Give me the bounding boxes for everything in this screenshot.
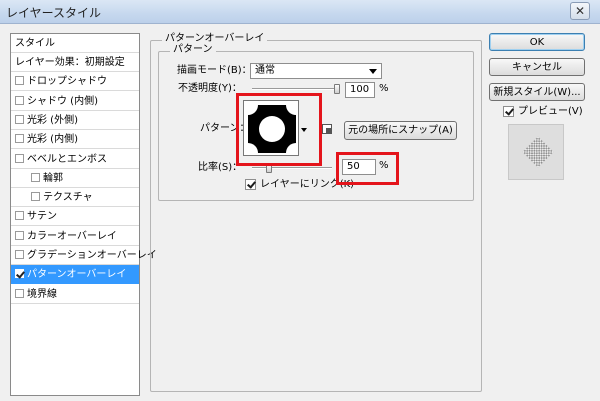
- style-checkbox[interactable]: [15, 211, 24, 221]
- preview-pattern-icon: [522, 136, 554, 168]
- style-list-item[interactable]: カラーオーバーレイ: [11, 227, 139, 246]
- style-list: スタイル レイヤー効果：初期設定 ドロップシャドウ シャドウ (内側) 光彩 (外側)…: [10, 33, 157, 396]
- style-list-item[interactable]: ベベルとエンボス: [11, 150, 139, 169]
- opacity-unit: %: [379, 83, 389, 94]
- blend-mode-label: 描画モード(B)：: [177, 65, 252, 76]
- style-checkbox[interactable]: [15, 250, 24, 259]
- ok-button[interactable]: OK: [489, 33, 585, 51]
- opacity-label: 不透明度(Y)：: [178, 83, 242, 94]
- snap-to-origin-button[interactable]: 元の場所にスナップ(A): [344, 121, 457, 140]
- blend-mode-value: 通常: [255, 65, 275, 76]
- style-checkbox[interactable]: [15, 95, 24, 105]
- chevron-down-icon: [369, 69, 377, 74]
- new-style-button[interactable]: 新規スタイル(W)...: [489, 83, 585, 101]
- style-list-item[interactable]: 光彩 (内側): [11, 130, 139, 150]
- scale-slider-track[interactable]: [252, 167, 332, 169]
- style-checkbox[interactable]: [15, 269, 24, 279]
- style-list-item-label: 光彩 (外側): [27, 114, 78, 126]
- style-list-item-label: シャドウ (内側): [27, 95, 98, 107]
- style-checkbox[interactable]: [15, 153, 24, 163]
- style-list-item[interactable]: シャドウ (内側): [11, 92, 139, 111]
- preview-checkbox[interactable]: [503, 106, 514, 117]
- style-list-item[interactable]: 輪郭: [11, 169, 139, 188]
- title-bar: レイヤースタイル ✕: [0, 0, 600, 24]
- scale-highlight-box: [336, 152, 399, 185]
- style-list-item-label: レイヤー効果：初期設定: [15, 57, 125, 68]
- opacity-slider-thumb[interactable]: [334, 84, 340, 94]
- style-checkbox[interactable]: [15, 288, 24, 298]
- style-list-item[interactable]: グラデーションオーバーレイ: [11, 246, 157, 265]
- style-list-item-label: ドロップシャドウ: [27, 76, 107, 88]
- pattern-subgroup-title: パターン: [170, 44, 216, 56]
- style-checkbox[interactable]: [15, 114, 24, 124]
- style-checkbox[interactable]: [31, 192, 40, 202]
- close-icon[interactable]: ✕: [570, 2, 590, 20]
- cancel-button[interactable]: キャンセル: [489, 58, 585, 76]
- style-list-item[interactable]: ドロップシャドウ: [11, 72, 139, 92]
- style-list-item-label: サテン: [27, 211, 57, 223]
- style-list-item[interactable]: 光彩 (外側): [11, 111, 139, 130]
- style-checkbox[interactable]: [15, 230, 24, 240]
- style-list-item-label: 輪郭: [43, 172, 63, 184]
- style-list-item[interactable]: 境界線: [11, 285, 139, 304]
- style-list-item-label: グラデーションオーバーレイ: [27, 250, 157, 261]
- opacity-input[interactable]: 100: [345, 82, 375, 98]
- blend-mode-select[interactable]: 通常: [250, 63, 382, 79]
- style-list-item[interactable]: レイヤー効果：初期設定: [11, 53, 139, 72]
- style-preview-swatch: [508, 124, 564, 180]
- window-title: レイヤースタイル: [6, 6, 102, 20]
- style-list-item[interactable]: パターンオーバーレイ: [11, 265, 139, 285]
- pattern-highlight-box: [236, 93, 322, 166]
- style-list-item[interactable]: テクスチャ: [11, 188, 139, 208]
- new-preset-icon[interactable]: [322, 124, 332, 134]
- style-checkbox[interactable]: [31, 172, 40, 182]
- link-with-layer-checkbox[interactable]: [245, 179, 256, 190]
- style-list-header[interactable]: スタイル: [11, 34, 139, 53]
- style-list-item-label: テクスチャ: [43, 192, 93, 204]
- preview-label: プレビュー(V): [518, 106, 583, 117]
- style-checkbox[interactable]: [15, 76, 24, 86]
- style-checkbox[interactable]: [15, 134, 24, 144]
- style-list-item-label: パターンオーバーレイ: [27, 269, 127, 281]
- style-list-item-label: ベベルとエンボス: [27, 153, 107, 165]
- opacity-slider-track[interactable]: [252, 88, 340, 90]
- style-list-item-label: 境界線: [27, 288, 57, 300]
- style-list-item-label: カラーオーバーレイ: [27, 230, 117, 242]
- style-list-item-label: 光彩 (内側): [27, 134, 78, 146]
- style-list-item[interactable]: サテン: [11, 207, 139, 227]
